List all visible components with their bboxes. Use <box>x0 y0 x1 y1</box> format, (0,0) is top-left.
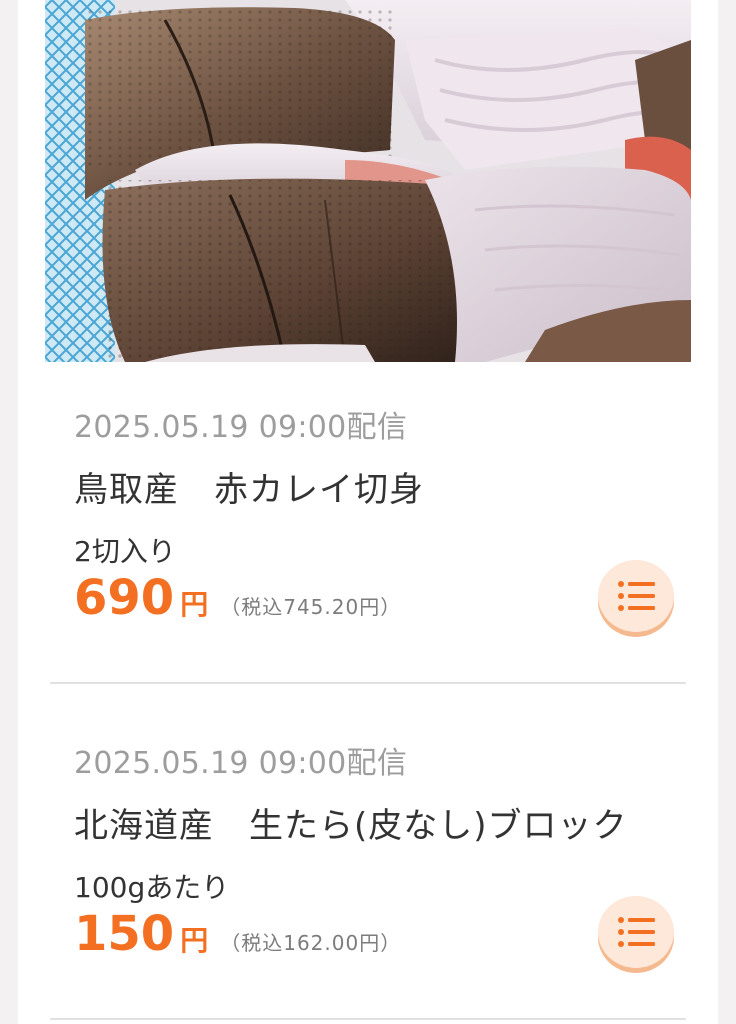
price-currency: 円 <box>180 588 209 621</box>
price-value: 150 <box>74 906 175 962</box>
item-divider <box>50 1018 686 1020</box>
product-list-card: 2025.05.19 09:00配信 鳥取産 赤カレイ切身 2切入り 690 円（… <box>18 0 718 1024</box>
price-value: 690 <box>74 570 175 626</box>
product-unit: 100gあたり <box>74 871 230 904</box>
product-photo[interactable] <box>45 0 691 362</box>
delivery-datetime: 2025.05.19 09:00配信 <box>74 746 408 781</box>
product-item[interactable]: 2025.05.19 09:00配信 鳥取産 赤カレイ切身 2切入り 690 円 （… <box>18 362 718 698</box>
product-title[interactable]: 北海道産 生たら(皮なし)ブロック <box>74 798 628 847</box>
price-currency: 円 <box>180 924 209 957</box>
list-icon <box>618 581 655 611</box>
add-to-list-button[interactable] <box>598 560 674 632</box>
price-row: 690 円 （税込745.20円） <box>74 570 401 630</box>
item-divider <box>50 682 686 684</box>
delivery-datetime: 2025.05.19 09:00配信 <box>74 410 408 445</box>
price-row: 150 円 （税込162.00円） <box>74 906 401 966</box>
product-title[interactable]: 鳥取産 赤カレイ切身 <box>74 462 424 511</box>
list-icon <box>618 917 655 947</box>
price-tax-included: （税込162.00円） <box>220 931 402 955</box>
add-to-list-button[interactable] <box>598 896 674 968</box>
price-tax-included: （税込745.20円） <box>220 595 402 619</box>
product-unit: 2切入り <box>74 535 176 568</box>
fish-fillets-image <box>45 0 691 362</box>
product-item[interactable]: 2025.05.19 09:00配信 北海道産 生たら(皮なし)ブロック 100… <box>18 698 718 1024</box>
